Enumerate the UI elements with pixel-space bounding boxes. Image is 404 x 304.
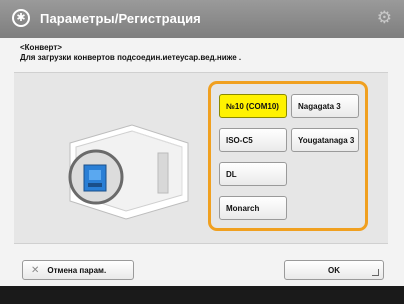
page-title: Параметры/Регистрация [40, 11, 201, 26]
paper-drawer-illustration [68, 124, 189, 220]
cancel-settings-button[interactable]: ✕ Отмена парам. [22, 260, 134, 280]
envelope-option-iso-c5[interactable]: ISO-C5 [219, 128, 287, 152]
instruction-line-2: Для загрузки конвертов подсоедин.иетеуса… [20, 53, 242, 62]
envelope-option-com10[interactable]: №10 (COM10) [219, 94, 287, 118]
envelope-option-monarch[interactable]: Monarch [219, 196, 287, 220]
instruction-line-1: <Конверт> [20, 43, 62, 52]
envelope-type-group: №10 (COM10) Nagagata 3 ISO-C5 Yougatanag… [208, 81, 368, 231]
home-icon[interactable]: ✱ [12, 9, 30, 27]
title-bar: ✱ Параметры/Регистрация ⚙ [0, 0, 404, 38]
ok-label: OK [328, 265, 340, 275]
corner-icon [372, 269, 379, 276]
envelope-option-nagagata3[interactable]: Nagagata 3 [291, 94, 359, 118]
footer-bar: ✕ Отмена парам. OK [0, 256, 404, 286]
ok-button[interactable]: OK [284, 260, 384, 280]
instructions: <Конверт> Для загрузки конвертов подсоед… [20, 43, 241, 63]
cancel-settings-label: Отмена парам. [47, 265, 107, 275]
envelope-option-dl[interactable]: DL [219, 162, 287, 186]
envelope-option-yougatanaga3[interactable]: Yougatanaga 3 [291, 128, 359, 152]
gear-icon[interactable]: ⚙ [377, 8, 392, 28]
main-panel: <Конверт> Для загрузки конвертов подсоед… [0, 38, 404, 286]
content-area: №10 (COM10) Nagagata 3 ISO-C5 Yougatanag… [14, 72, 388, 244]
close-icon: ✕ [31, 264, 40, 276]
